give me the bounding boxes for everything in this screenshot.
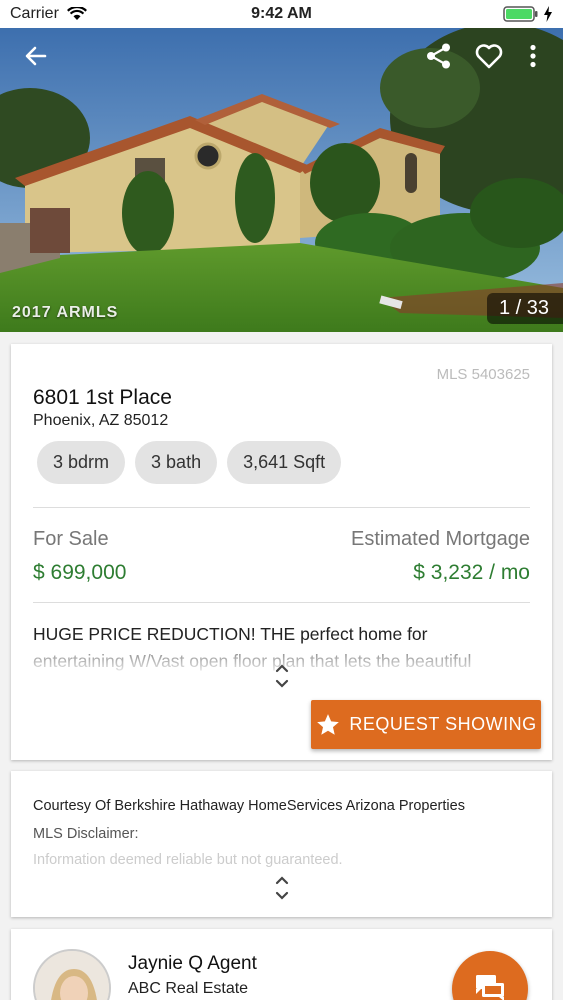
sqft-chip: 3,641 Sqft — [227, 441, 342, 484]
request-showing-button[interactable]: REQUEST SHOWING — [311, 700, 541, 749]
photo-toolbar — [0, 28, 563, 84]
more-vert-icon — [530, 44, 536, 68]
mls-number: MLS 5403625 — [436, 366, 530, 383]
sale-status-label: For Sale — [33, 528, 109, 550]
more-options-button[interactable] — [519, 36, 547, 76]
photo-watermark: 2017 ARMLS — [12, 304, 119, 321]
agent-company: ABC Real Estate — [128, 980, 249, 997]
unfold-more-icon — [275, 664, 288, 688]
description-line: HUGE PRICE REDUCTION! THE perfect home f… — [33, 624, 428, 644]
agent-avatar — [33, 949, 111, 1000]
disclaimer-text: Information deemed reliable but not guar… — [33, 852, 343, 868]
agent-name: Jaynie Q Agent — [128, 953, 257, 974]
forum-icon — [476, 975, 504, 1000]
listing-photo[interactable]: 2017 ARMLS 1 / 33 — [0, 28, 563, 332]
divider — [33, 602, 530, 603]
expand-description-button[interactable] — [11, 662, 552, 690]
back-button[interactable] — [16, 36, 56, 76]
request-showing-label: REQUEST SHOWING — [349, 714, 537, 734]
contact-agent-button[interactable] — [452, 951, 528, 1000]
status-bar: Carrier 9:42 AM — [0, 0, 563, 28]
wifi-icon — [66, 7, 87, 20]
courtesy-text: Courtesy Of Berkshire Hathaway HomeServi… — [33, 798, 465, 814]
bedrooms-chip: 3 bdrm — [37, 441, 126, 484]
photo-counter: 1 / 33 — [486, 293, 563, 324]
disclaimer-label: MLS Disclaimer: — [33, 826, 139, 842]
courtesy-card: Courtesy Of Berkshire Hathaway HomeServi… — [11, 771, 552, 917]
star-icon — [317, 713, 340, 735]
status-left: Carrier — [10, 5, 87, 23]
heart-outline-icon — [475, 44, 503, 69]
charging-icon — [544, 6, 552, 22]
carrier-label: Carrier — [10, 5, 59, 22]
share-icon — [427, 43, 450, 69]
arrow-back-icon — [25, 46, 47, 66]
bathrooms-chip: 3 bath — [135, 441, 218, 484]
agent-photo — [35, 951, 109, 1000]
mortgage-value: $ 3,232 / mo — [413, 561, 530, 584]
listing-price: $ 699,000 — [33, 561, 127, 584]
battery-icon — [503, 6, 538, 22]
agent-card[interactable]: Jaynie Q Agent ABC Real Estate — [11, 929, 552, 1000]
unfold-more-icon — [275, 876, 288, 900]
listing-address: 6801 1st Place — [33, 386, 172, 409]
mortgage-label: Estimated Mortgage — [351, 528, 530, 550]
status-right — [503, 6, 553, 22]
expand-disclaimer-button[interactable] — [11, 874, 552, 902]
listing-city: Phoenix, AZ 85012 — [33, 412, 169, 429]
favorite-button[interactable] — [469, 36, 509, 76]
feature-chips: 3 bdrm 3 bath 3,641 Sqft — [37, 441, 342, 484]
divider — [33, 507, 530, 508]
listing-details-card: MLS 5403625 6801 1st Place Phoenix, AZ 8… — [11, 344, 552, 760]
share-button[interactable] — [419, 36, 459, 76]
